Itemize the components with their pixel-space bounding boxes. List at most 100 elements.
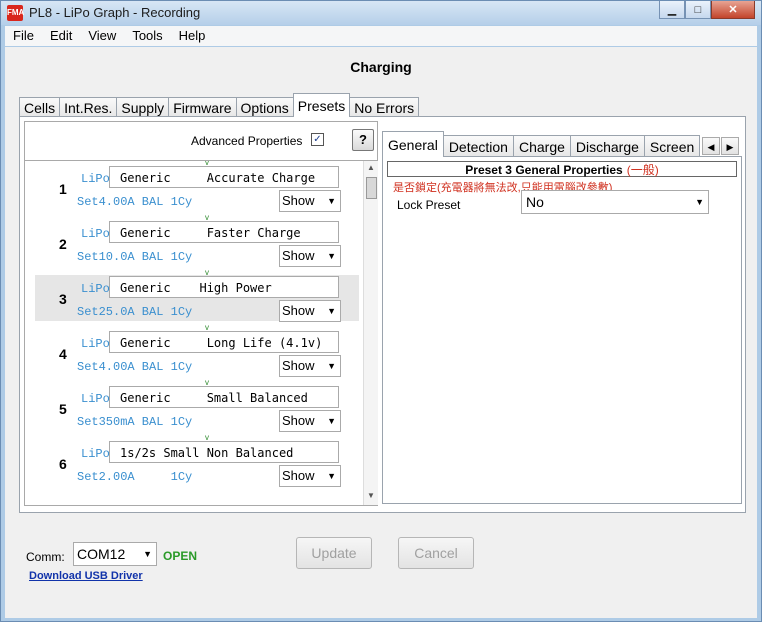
preset-number: 4 bbox=[59, 346, 67, 362]
tab-no-errors[interactable]: No Errors bbox=[349, 97, 420, 117]
select-value: Show bbox=[282, 358, 315, 373]
tab-supply[interactable]: Supply bbox=[116, 97, 170, 117]
preset-number: 3 bbox=[59, 291, 67, 307]
preset-row-3[interactable]: v 3 LiPo Generic High Power Set25.0A BAL… bbox=[35, 268, 359, 322]
main-tabs: Cells Int.Res. Supply Firmware Options P… bbox=[19, 93, 420, 117]
section-title: Charging bbox=[350, 59, 412, 75]
menu-view[interactable]: View bbox=[80, 26, 124, 46]
preset-show-select[interactable]: Show ▼ bbox=[279, 300, 341, 322]
lock-preset-label: Lock Preset bbox=[397, 198, 461, 212]
comm-label: Comm: bbox=[26, 550, 65, 564]
preset-name[interactable]: Generic Faster Charge bbox=[109, 221, 339, 243]
download-usb-driver-link[interactable]: Download USB Driver bbox=[29, 570, 143, 582]
tab-general[interactable]: General bbox=[382, 131, 444, 157]
preset-number: 6 bbox=[59, 456, 67, 472]
preset-row-6[interactable]: v 6 LiPo 1s/2s Small Non Balanced Set2.0… bbox=[35, 433, 359, 487]
tab-firmware[interactable]: Firmware bbox=[168, 97, 237, 117]
tab-discharge[interactable]: Discharge bbox=[569, 135, 645, 157]
tab-options[interactable]: Options bbox=[235, 97, 294, 117]
preset-row-4[interactable]: v 4 LiPo Generic Long Life (4.1v) Set4.0… bbox=[35, 323, 359, 377]
preset-show-select[interactable]: Show ▼ bbox=[279, 465, 341, 487]
tab-scroll-left-icon[interactable]: ◀ bbox=[702, 137, 720, 155]
menu-file[interactable]: File bbox=[5, 26, 42, 46]
tab-int-res[interactable]: Int.Res. bbox=[59, 97, 118, 117]
preset-name[interactable]: Generic High Power bbox=[109, 276, 339, 298]
minimize-button[interactable]: ▁ bbox=[659, 1, 685, 19]
preset-chemistry: LiPo bbox=[81, 447, 110, 461]
preset-name[interactable]: Generic Accurate Charge bbox=[109, 166, 339, 188]
preset-row-2[interactable]: v 2 LiPo Generic Faster Charge Set10.0A … bbox=[35, 213, 359, 267]
chevron-down-icon: ▼ bbox=[327, 416, 336, 426]
preset-chemistry: LiPo bbox=[81, 282, 110, 296]
preset-list-scrollbar[interactable]: ▲ ▼ bbox=[363, 161, 378, 505]
preset-chemistry: LiPo bbox=[81, 337, 110, 351]
chevron-down-icon: ▼ bbox=[327, 196, 336, 206]
scroll-up-icon[interactable]: ▲ bbox=[364, 163, 378, 175]
comm-port-select[interactable]: COM12 ▼ bbox=[73, 542, 157, 566]
advanced-properties-row: Advanced Properties ✓ ? bbox=[25, 122, 377, 161]
preset-name[interactable]: Generic Small Balanced bbox=[109, 386, 339, 408]
preset-number: 2 bbox=[59, 236, 67, 252]
select-value: Show bbox=[282, 413, 315, 428]
close-button[interactable]: ✕ bbox=[711, 1, 755, 19]
tab-charge[interactable]: Charge bbox=[512, 135, 571, 157]
menu-bar: File Edit View Tools Help bbox=[5, 26, 757, 46]
tab-scroll-right-icon[interactable]: ▶ bbox=[721, 137, 739, 155]
preset-list-panel: Advanced Properties ✓ ? v 1 LiPo Generic… bbox=[24, 121, 378, 506]
preset-number: 1 bbox=[59, 181, 67, 197]
close-icon: ✕ bbox=[728, 4, 738, 16]
bottom-bar: Comm: COM12 ▼ OPEN Download USB Driver Up… bbox=[5, 515, 757, 618]
preset-name[interactable]: 1s/2s Small Non Balanced bbox=[109, 441, 339, 463]
preset-summary: Set10.0A BAL 1Cy bbox=[77, 250, 193, 264]
tab-presets[interactable]: Presets bbox=[292, 93, 351, 117]
preset-summary: Set2.00A 1Cy bbox=[77, 470, 193, 484]
advanced-properties-checkbox[interactable]: ✓ bbox=[311, 133, 324, 146]
app-icon: FMA bbox=[7, 5, 24, 21]
minimize-icon: ▁ bbox=[667, 4, 677, 16]
preset-show-select[interactable]: Show ▼ bbox=[279, 410, 341, 432]
preset-show-select[interactable]: Show ▼ bbox=[279, 190, 341, 212]
preset-summary: Set25.0A BAL 1Cy bbox=[77, 305, 193, 319]
tab-cells[interactable]: Cells bbox=[19, 97, 61, 117]
preset-summary: Set4.00A BAL 1Cy bbox=[77, 360, 193, 374]
help-button[interactable]: ? bbox=[352, 129, 374, 151]
scroll-down-icon[interactable]: ▼ bbox=[364, 491, 378, 503]
update-button[interactable]: Update bbox=[296, 537, 372, 569]
preset-row-5[interactable]: v 5 LiPo Generic Small Balanced Set350mA… bbox=[35, 378, 359, 432]
cancel-button[interactable]: Cancel bbox=[398, 537, 474, 569]
preset-show-select[interactable]: Show ▼ bbox=[279, 355, 341, 377]
preset-show-select[interactable]: Show ▼ bbox=[279, 245, 341, 267]
lock-preset-select[interactable]: No ▼ bbox=[521, 190, 709, 214]
menu-tools[interactable]: Tools bbox=[124, 26, 170, 46]
general-properties: Preset 3 General Properties (一般) 是否鎖定(充電器… bbox=[382, 156, 742, 504]
comm-status: OPEN bbox=[163, 549, 198, 563]
preset-chemistry: LiPo bbox=[81, 392, 110, 406]
preset-name[interactable]: Generic Long Life (4.1v) bbox=[109, 331, 339, 353]
select-value: Show bbox=[282, 193, 315, 208]
properties-title-cn: (一般) bbox=[626, 163, 659, 177]
tab-screen[interactable]: Screen bbox=[643, 135, 701, 157]
chevron-down-icon: ▼ bbox=[327, 471, 336, 481]
menu-help[interactable]: Help bbox=[171, 26, 214, 46]
preset-list: v 1 LiPo Generic Accurate Charge Set4.00… bbox=[25, 161, 363, 505]
scroll-thumb[interactable] bbox=[366, 177, 377, 199]
property-tabs: General Detection Charge Discharge Scree… bbox=[382, 131, 701, 157]
preset-chemistry: LiPo bbox=[81, 227, 110, 241]
select-value: No bbox=[526, 194, 544, 210]
preset-row-1[interactable]: v 1 LiPo Generic Accurate Charge Set4.00… bbox=[35, 161, 359, 212]
select-value: Show bbox=[282, 248, 315, 263]
properties-header: Preset 3 General Properties (一般) bbox=[387, 161, 737, 177]
chevron-down-icon: ▼ bbox=[143, 549, 152, 559]
menu-edit[interactable]: Edit bbox=[42, 26, 80, 46]
title-bar: FMA PL8 - LiPo Graph - Recording ▁ □ ✕ bbox=[1, 1, 761, 25]
presets-panel: Advanced Properties ✓ ? v 1 LiPo Generic… bbox=[19, 116, 746, 513]
maximize-button[interactable]: □ bbox=[685, 1, 711, 19]
select-value: COM12 bbox=[77, 546, 126, 562]
app-window: FMA PL8 - LiPo Graph - Recording ▁ □ ✕ F… bbox=[0, 0, 762, 622]
client-area: Charging Cells Int.Res. Supply Firmware … bbox=[5, 47, 757, 618]
tab-detection[interactable]: Detection bbox=[442, 135, 514, 157]
window-controls: ▁ □ ✕ bbox=[659, 1, 755, 19]
preset-summary: Set4.00A BAL 1Cy bbox=[77, 195, 193, 209]
chevron-down-icon: ▼ bbox=[327, 306, 336, 316]
preset-number: 5 bbox=[59, 401, 67, 417]
